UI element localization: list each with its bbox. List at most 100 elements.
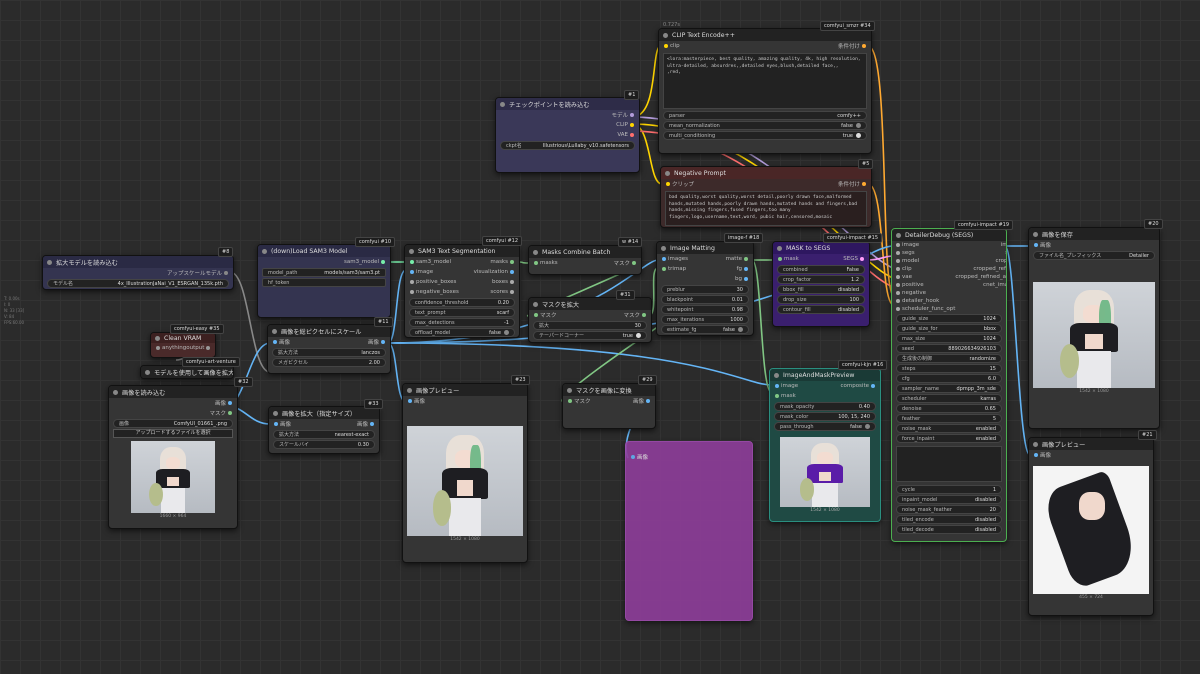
widget-max-iterations[interactable]: max_iterations 1000 (661, 315, 749, 324)
detailer-widget[interactable]: guide_size 1024 (896, 314, 1002, 323)
output-pin-icon[interactable] (510, 290, 514, 294)
detailer-widget[interactable]: tiled_encode disabled (896, 515, 1002, 524)
widget-model-name[interactable]: モデル名 4x_IllustrationJaNai_V1_ESRGAN_135k.… (47, 279, 229, 288)
input-pin-icon[interactable] (156, 346, 160, 350)
input-pin-icon[interactable] (896, 275, 900, 279)
detailer-widget[interactable]: steps 15 (896, 364, 1002, 373)
node-detailer-debug[interactable]: DetailerDebug (SEGS) image segs model clip v… (891, 228, 1007, 542)
widget-mean-normalization[interactable]: mean_normalization false (663, 121, 867, 130)
node-preview-image-1[interactable]: 画像プレビュー 画像 1542 × 1080 (402, 383, 528, 563)
collapse-dot-icon[interactable] (567, 387, 572, 393)
output-pin-icon[interactable] (642, 313, 646, 317)
detailer-widget[interactable]: sampler_name dpmpp_3m_sde (896, 384, 1002, 393)
node-header[interactable]: Clean VRAM (151, 333, 215, 343)
widget-multi-conditioning[interactable]: multi_conditioning true (663, 131, 867, 140)
node-load-sam3[interactable]: (down)Load SAM3 Model sam3_model model_p… (257, 244, 391, 318)
node-header[interactable]: 画像を拡大（指定サイズ） (269, 407, 379, 419)
detailer-widget[interactable]: seed 889026634926103 (896, 344, 1002, 353)
widget-model-path[interactable]: model_path models/sam3/sam3.pt (262, 268, 386, 277)
collapse-dot-icon[interactable] (533, 301, 538, 307)
output-pin-icon[interactable] (224, 271, 228, 275)
node-header[interactable]: 画像を保存 (1029, 228, 1159, 240)
input-pin-icon[interactable] (1034, 243, 1038, 247)
input-pin-icon[interactable] (896, 259, 900, 263)
collapse-dot-icon[interactable] (663, 32, 668, 38)
widget-parser[interactable]: parser comfy++ (663, 111, 867, 120)
input-pin-icon[interactable] (662, 257, 666, 261)
output-pin-icon[interactable] (630, 113, 634, 117)
input-pin-icon[interactable] (410, 260, 414, 264)
node-mask-to-segs[interactable]: MASK to SEGS mask SEGS combined False crop… (772, 241, 870, 327)
widget-expand[interactable]: 拡大 30 (533, 321, 647, 330)
output-pin-icon[interactable] (630, 133, 634, 137)
cropped-image[interactable] (1033, 466, 1149, 594)
input-pin-icon[interactable] (896, 299, 900, 303)
collapse-dot-icon[interactable] (262, 248, 267, 254)
node-header[interactable]: 画像プレビュー (1029, 438, 1153, 450)
node-negative-prompt[interactable]: Negative Prompt クリップ 条件付け bad quality,wo… (660, 166, 872, 228)
widget-offload-model[interactable]: offload_model false (409, 328, 515, 337)
collapse-dot-icon[interactable] (1033, 441, 1038, 447)
output-pin-icon[interactable] (381, 260, 385, 264)
collapse-dot-icon[interactable] (1033, 231, 1038, 237)
output-pin-icon[interactable] (510, 270, 514, 274)
input-pin-icon[interactable] (896, 243, 900, 247)
widget-combined[interactable]: combined False (777, 265, 865, 274)
detailer-widget[interactable]: noise_mask enabled (896, 424, 1002, 433)
output-image[interactable] (1033, 282, 1155, 388)
detailer-widget[interactable]: 生成後の制御 randomize (896, 354, 1002, 363)
widget-crop-factor[interactable]: crop_factor 1.2 (777, 275, 865, 284)
input-pin-icon[interactable] (664, 44, 668, 48)
node-image-mask-preview[interactable]: ImageAndMaskPreview image composite mask … (769, 368, 881, 522)
output-pin-icon[interactable] (744, 267, 748, 271)
input-pin-icon[interactable] (534, 261, 538, 265)
output-pin-icon[interactable] (860, 257, 864, 261)
widget-pass-through[interactable]: pass_through false (774, 422, 876, 431)
node-header[interactable]: Negative Prompt (661, 167, 871, 179)
input-pin-icon[interactable] (662, 267, 666, 271)
preview-image[interactable] (407, 426, 523, 536)
output-pin-icon[interactable] (228, 411, 232, 415)
input-pin-icon[interactable] (534, 313, 538, 317)
node-header[interactable]: 画像プレビュー (403, 384, 527, 396)
input-pin-icon[interactable] (273, 340, 277, 344)
detailer-widget[interactable]: cycle 1 (896, 485, 1002, 494)
input-pin-icon[interactable] (896, 307, 900, 311)
collapse-dot-icon[interactable] (272, 328, 277, 334)
detailer-widget[interactable]: guide_size_for bbox (896, 324, 1002, 333)
widget-contour-fill[interactable]: contour_fill disabled (777, 305, 865, 314)
output-pin-icon[interactable] (871, 384, 875, 388)
output-pin-icon[interactable] (510, 260, 514, 264)
widget-image-file[interactable]: 画像 ComfyUI_01661_.png (113, 419, 233, 428)
collapse-dot-icon[interactable] (661, 245, 666, 251)
input-pin-icon[interactable] (896, 291, 900, 295)
output-pin-icon[interactable] (862, 44, 866, 48)
node-header[interactable]: Image Matting (657, 242, 753, 254)
widget-blackpoint[interactable]: blackpoint 0.01 (661, 295, 749, 304)
widget-filename-prefix[interactable]: ファイル名_プレフィックス Detailer (1033, 251, 1155, 260)
node-header[interactable]: SAM3 Text Segmentation (405, 245, 519, 257)
upload-button[interactable]: アップロードするファイルを選択 (113, 429, 233, 438)
node-header[interactable]: チェックポイントを読み込む (496, 98, 639, 110)
node-header[interactable]: DetailerDebug (SEGS) (892, 229, 1006, 241)
detailer-widget[interactable]: cfg 6.0 (896, 374, 1002, 383)
node-model-upscale-collapsed[interactable]: モデルを使用して画像を拡大 (140, 365, 234, 379)
input-pin-icon[interactable] (896, 283, 900, 287)
collapse-dot-icon[interactable] (407, 387, 412, 393)
node-header[interactable] (626, 442, 752, 452)
node-save-image[interactable]: 画像を保存 画像 ファイル名_プレフィックス Detailer 1542 × 10… (1028, 227, 1160, 429)
output-pin-icon[interactable] (862, 182, 866, 186)
input-pin-icon[interactable] (775, 384, 779, 388)
detailer-widget[interactable]: noise_mask_feather 20 (896, 505, 1002, 514)
input-pin-icon[interactable] (896, 251, 900, 255)
node-scale-by[interactable]: 画像を拡大（指定サイズ） 画像 画像 拡大方法 nearest-exact スケール… (268, 406, 380, 454)
widget-hf-token[interactable]: hf_token (262, 278, 386, 287)
collapse-dot-icon[interactable] (409, 248, 414, 254)
widget-text-prompt[interactable]: text_prompt scarf (409, 308, 515, 317)
node-clean-vram[interactable]: Clean VRAM anything output (150, 332, 216, 358)
input-pin-icon[interactable] (408, 399, 412, 403)
widget-drop-size[interactable]: drop_size 100 (777, 295, 865, 304)
widget-preblur[interactable]: preblur 30 (661, 285, 749, 294)
detailer-widget[interactable]: force_inpaint enabled (896, 434, 1002, 443)
node-scale-to-total-pixels[interactable]: 画像を総ピクセルにスケール 画像 画像 拡大方法 lanczos メガピクセル 2.0… (267, 324, 391, 374)
